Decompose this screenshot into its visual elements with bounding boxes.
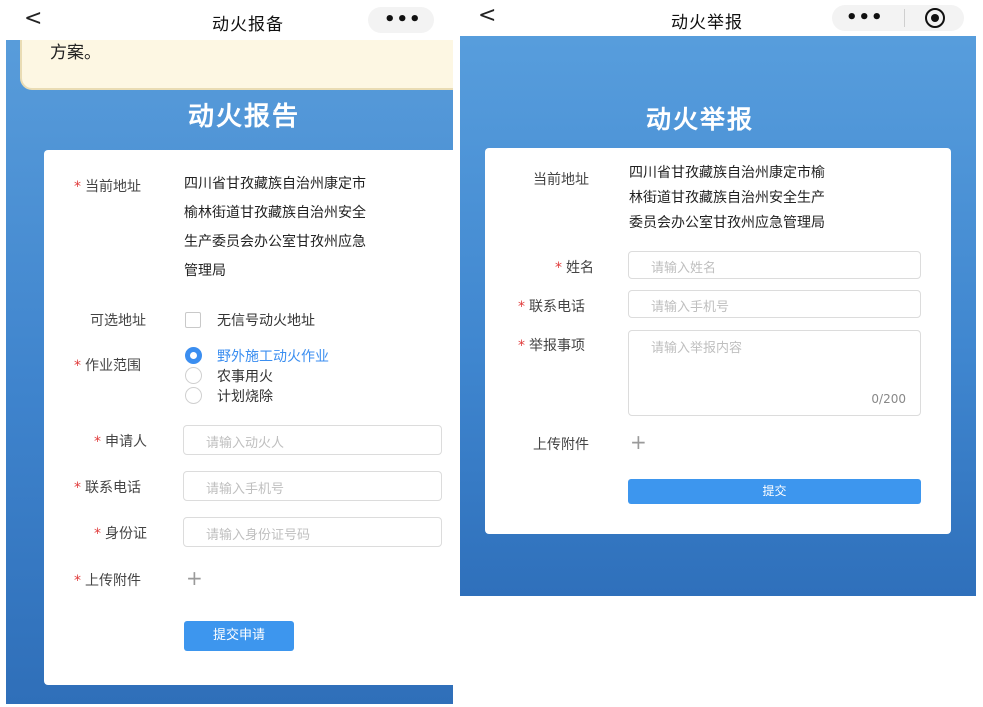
scope-radio-planned-burn[interactable]	[185, 387, 202, 404]
submit-button[interactable]: 提交	[628, 479, 921, 504]
applicant-input[interactable]: 请输入动火人	[183, 425, 442, 455]
phone-placeholder: 请输入手机号	[651, 300, 730, 315]
report-form-card: * 当前地址 四川省甘孜藏族自治州康定市 榆林街道甘孜藏族自治州安全 生产委员会办…	[44, 150, 453, 685]
more-icon[interactable]: •••	[846, 9, 884, 27]
back-icon[interactable]: <	[478, 3, 496, 28]
scope-label: * 作业范围	[74, 358, 141, 374]
optional-address-label: 可选地址	[90, 313, 146, 329]
attachment-label: * 上传附件	[74, 573, 141, 589]
page-title: 动火报告	[188, 102, 301, 132]
capsule-divider	[903, 9, 905, 27]
more-icon[interactable]: •••	[384, 11, 422, 29]
top-nav-bar: < 动火举报 •••	[460, 0, 976, 36]
address-label: 当前地址	[533, 172, 589, 188]
applicant-placeholder: 请输入动火人	[206, 436, 285, 451]
notice-text: 方案。	[50, 43, 101, 63]
address-label: * 当前地址	[74, 179, 141, 195]
report-matter-label: * 举报事项	[518, 338, 585, 354]
capsule-menu[interactable]: •••	[368, 7, 434, 33]
name-label: * 姓名	[555, 260, 594, 276]
current-address: 四川省甘孜藏族自治州康定市榆 林街道甘孜藏族自治州安全生产 委员会办公室甘孜州应…	[629, 165, 825, 231]
report-screen: 方案。 < 动火报备 ••• 动火报告 * 当前地址 四川省甘孜藏族自治州康定市 …	[6, 0, 453, 704]
scope-radio-field-construction[interactable]	[185, 347, 202, 364]
scope-option-farming: 农事用火	[217, 369, 273, 385]
page-title: 动火举报	[646, 105, 755, 134]
back-icon[interactable]: <	[24, 6, 42, 31]
current-address: 四川省甘孜藏族自治州康定市 榆林街道甘孜藏族自治州安全 生产委员会办公室甘孜州应…	[184, 176, 366, 279]
scope-option-field-construction: 野外施工动火作业	[217, 349, 329, 365]
phone-input[interactable]: 请输入手机号	[183, 471, 442, 501]
tipoff-form-card: 当前地址 四川省甘孜藏族自治州康定市榆 林街道甘孜藏族自治州安全生产 委员会办公…	[485, 148, 951, 534]
submit-application-button[interactable]: 提交申请	[184, 621, 294, 651]
add-attachment-icon[interactable]: +	[186, 568, 203, 588]
id-card-input[interactable]: 请输入身份证号码	[183, 517, 442, 547]
name-input[interactable]: 请输入姓名	[628, 251, 921, 279]
id-card-placeholder: 请输入身份证号码	[206, 528, 311, 543]
phone-input[interactable]: 请输入手机号	[628, 290, 921, 318]
name-placeholder: 请输入姓名	[651, 261, 717, 276]
character-counter: 0/200	[871, 392, 906, 406]
phone-placeholder: 请输入手机号	[206, 482, 285, 497]
nav-title: 动火报备	[212, 15, 284, 35]
scope-option-planned-burn: 计划烧除	[217, 389, 273, 405]
report-placeholder: 请输入举报内容	[651, 341, 743, 356]
top-nav-bar: < 动火报备 •••	[6, 0, 453, 40]
id-card-label: * 身份证	[94, 526, 147, 542]
no-signal-address-text: 无信号动火地址	[217, 313, 315, 329]
add-attachment-icon[interactable]: +	[630, 432, 647, 452]
phone-label: * 联系电话	[74, 480, 141, 496]
capsule-menu[interactable]: •••	[832, 5, 964, 31]
tipoff-screen: < 动火举报 ••• 动火举报 当前地址 四川省甘孜藏族自治州康定市榆 林街道甘…	[460, 0, 976, 596]
phone-label: * 联系电话	[518, 299, 585, 315]
nav-title: 动火举报	[671, 13, 743, 33]
scope-radio-farming[interactable]	[185, 367, 202, 384]
attachment-label: 上传附件	[533, 437, 589, 453]
report-content-textarea[interactable]: 请输入举报内容 0/200	[628, 330, 921, 416]
no-signal-address-checkbox[interactable]	[185, 312, 201, 328]
close-miniapp-icon[interactable]	[924, 8, 945, 28]
applicant-label: * 申请人	[94, 434, 147, 450]
